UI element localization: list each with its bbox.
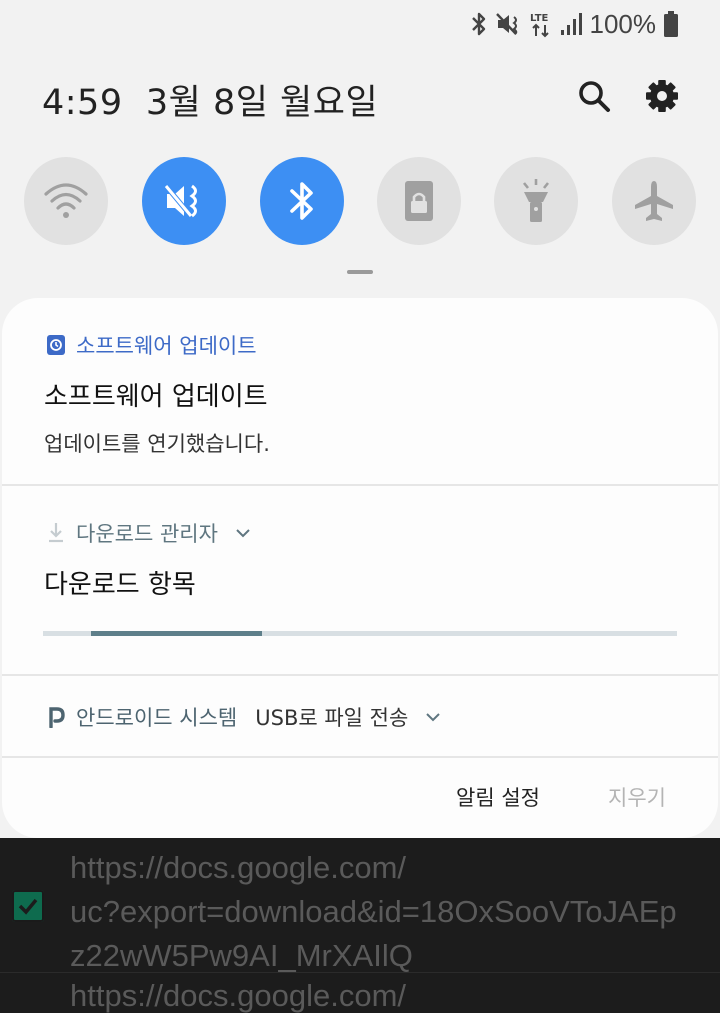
notification-detail: USB로 파일 전송 — [255, 706, 409, 730]
battery-percent: 100% — [589, 8, 657, 39]
download-progress-fill — [90, 631, 262, 636]
mute-toggle[interactable] — [142, 157, 226, 245]
wifi-toggle[interactable] — [24, 157, 108, 245]
flashlight-toggle[interactable] — [494, 157, 578, 245]
notification-title: 소프트웨어 업데이트 — [44, 382, 268, 412]
notification-header: 다운로드 관리자 — [46, 518, 252, 548]
battery-icon — [664, 11, 678, 37]
search-button[interactable] — [574, 76, 614, 116]
divider — [0, 972, 720, 973]
app-name: 소프트웨어 업데이트 — [76, 334, 257, 358]
status-bar: LTE 100% — [470, 6, 678, 42]
notification-software-update[interactable]: 소프트웨어 업데이트 소프트웨어 업데이트 업데이트를 연기했습니다. — [2, 298, 718, 484]
notification-settings-button[interactable]: 알림 설정 — [456, 782, 540, 812]
clock: 4:59 — [42, 83, 123, 123]
chevron-down-icon[interactable] — [424, 710, 442, 724]
download-progress-bar — [43, 631, 677, 636]
url-text: uc?export=download&id=18OxSooVToJAEp — [70, 894, 677, 929]
date: 3월 8일 월요일 — [145, 83, 379, 123]
notification-text: 업데이트를 연기했습니다. — [44, 432, 270, 456]
notification-title: 다운로드 항목 — [44, 570, 196, 600]
url-text: https://docs.google.com/ — [70, 850, 407, 885]
shade-drag-handle[interactable] — [347, 270, 373, 274]
notification-android-system[interactable]: 안드로이드 시스템 USB로 파일 전송 — [2, 676, 718, 756]
search-icon — [579, 81, 610, 112]
rotation-lock-toggle[interactable] — [377, 157, 461, 245]
checkbox-checked[interactable] — [12, 890, 44, 922]
url-text: https://docs.google.com/ — [70, 978, 407, 1013]
clear-button[interactable]: 지우기 — [608, 782, 666, 812]
mute-icon — [495, 13, 517, 35]
divider — [2, 756, 718, 758]
bluetooth-icon — [290, 182, 313, 220]
notification-header: 안드로이드 시스템 USB로 파일 전송 — [46, 702, 442, 732]
chevron-down-icon[interactable] — [234, 526, 252, 540]
signal-icon — [560, 13, 582, 35]
lte-icon: LTE — [530, 13, 549, 38]
svg-text:LTE: LTE — [530, 13, 549, 24]
datetime: 4:59 3월 8일 월요일 — [42, 74, 378, 125]
notification-header: 소프트웨어 업데이트 — [46, 330, 257, 360]
notification-panel: 소프트웨어 업데이트 소프트웨어 업데이트 업데이트를 연기했습니다. 다운로드… — [2, 298, 718, 838]
gear-icon — [646, 80, 678, 112]
software-update-app-icon — [47, 335, 65, 355]
wifi-icon — [44, 183, 88, 218]
mute-icon — [164, 184, 197, 218]
download-icon — [49, 523, 63, 543]
bluetooth-icon — [471, 12, 485, 36]
app-name: 안드로이드 시스템 — [76, 706, 238, 730]
background-app: https://docs.google.com/ uc?export=downl… — [0, 838, 720, 1013]
flashlight-icon — [522, 179, 550, 222]
app-name: 다운로드 관리자 — [76, 522, 218, 546]
airplane-icon — [635, 181, 673, 221]
airplane-mode-toggle[interactable] — [612, 157, 696, 245]
portrait-lock-icon — [405, 181, 433, 221]
checkmark-icon — [18, 898, 38, 915]
settings-button[interactable] — [642, 76, 682, 116]
bluetooth-toggle[interactable] — [260, 157, 344, 245]
android-system-icon — [49, 707, 65, 728]
